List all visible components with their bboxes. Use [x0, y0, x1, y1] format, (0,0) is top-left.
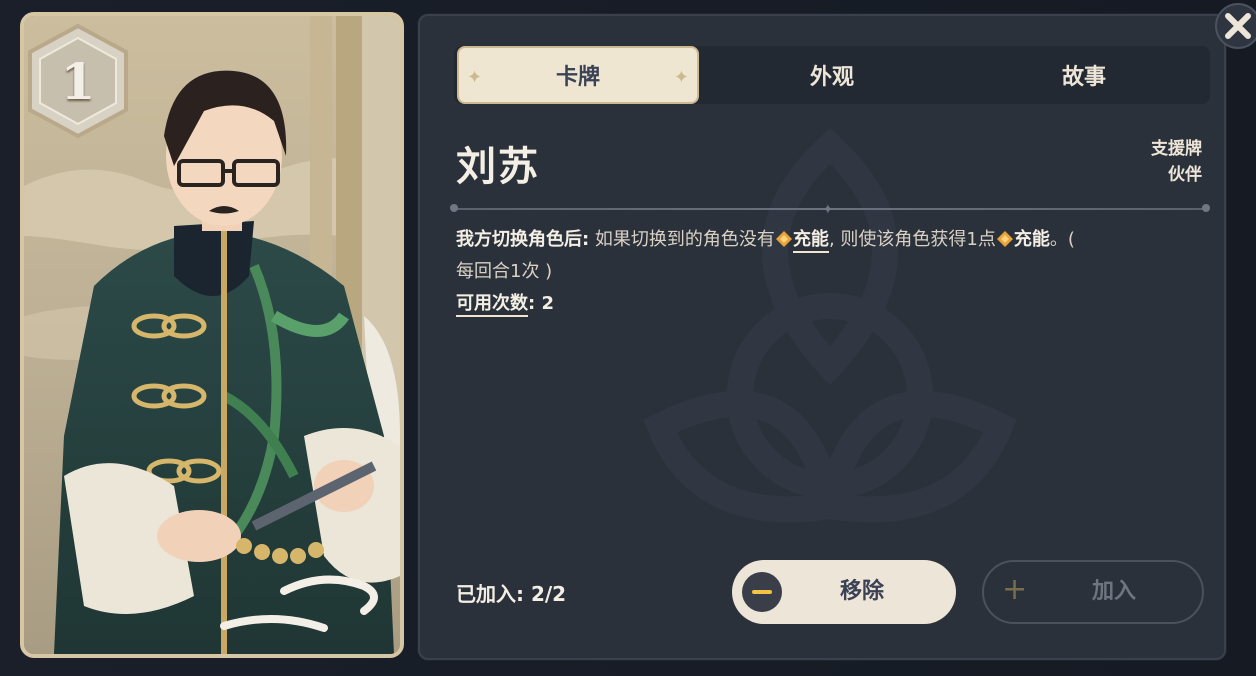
tab-card-label: 卡牌: [555, 65, 600, 90]
tab-bar: ✦ 卡牌 ✦ 外观 故事: [454, 46, 1210, 104]
tab-story-label: 故事: [1061, 65, 1106, 90]
sparkle-icon: ✦: [673, 67, 689, 88]
divider: ✦: [450, 202, 1210, 218]
add-button[interactable]: + 加入: [982, 560, 1204, 624]
description-text: 。(: [1049, 229, 1075, 250]
close-icon: [1215, 3, 1256, 49]
divider-dot: [1202, 204, 1210, 212]
usage-label[interactable]: 可用次数: [456, 293, 528, 317]
card-artwork: 1: [20, 12, 404, 658]
usage-value: : 2: [528, 293, 554, 314]
diamond-icon: ✦: [822, 202, 834, 218]
description-text: 如果切换到的角色没有: [589, 229, 775, 250]
energy-icon: [775, 231, 792, 247]
plus-icon: +: [1002, 572, 1028, 607]
added-count: 已加入: 2/2: [456, 582, 567, 606]
remove-button-label: 移除: [839, 579, 884, 604]
close-button[interactable]: [1214, 2, 1256, 50]
usage-limit: 每回合1次 ): [456, 261, 553, 282]
emblem-watermark-icon: [643, 128, 1017, 523]
tab-card[interactable]: ✦ 卡牌 ✦: [457, 46, 699, 104]
divider-dot: [450, 204, 458, 212]
card-detail-panel: ✦ 卡牌 ✦ 外观 故事 刘苏 支援牌 伙伴 ✦ 我方切换角色后: 如果切换到的…: [418, 14, 1226, 660]
cost-value: 1: [60, 52, 96, 111]
tag-support: 支援牌: [1151, 139, 1202, 159]
card-description: 我方切换角色后: 如果切换到的角色没有 充能, 则使该角色获得1点 充能。( 每回合…: [456, 224, 1216, 320]
description-line-1: 我方切换角色后: 如果切换到的角色没有 充能, 则使该角色获得1点 充能。(: [456, 224, 1216, 256]
add-button-label: 加入: [1091, 579, 1136, 604]
tab-story[interactable]: 故事: [958, 46, 1210, 104]
remove-button[interactable]: 移除: [732, 560, 956, 624]
energy-keyword: 充能: [1013, 229, 1050, 250]
card-tags: 支援牌 伙伴: [1151, 136, 1202, 188]
sparkle-icon: ✦: [467, 67, 483, 88]
tab-appearance[interactable]: 外观: [706, 46, 958, 104]
energy-keyword[interactable]: 充能: [792, 229, 829, 253]
usage-count: 可用次数: 2: [456, 288, 1216, 320]
description-text: , 则使该角色获得1点: [828, 229, 996, 250]
card-name: 刘苏: [456, 144, 540, 190]
cost-badge: 1: [24, 22, 132, 140]
tab-appearance-label: 外观: [809, 65, 854, 90]
tag-companion: 伙伴: [1168, 165, 1202, 185]
energy-icon: [996, 231, 1013, 247]
minus-icon: [742, 572, 782, 612]
trigger-text: 我方切换角色后:: [456, 229, 590, 250]
